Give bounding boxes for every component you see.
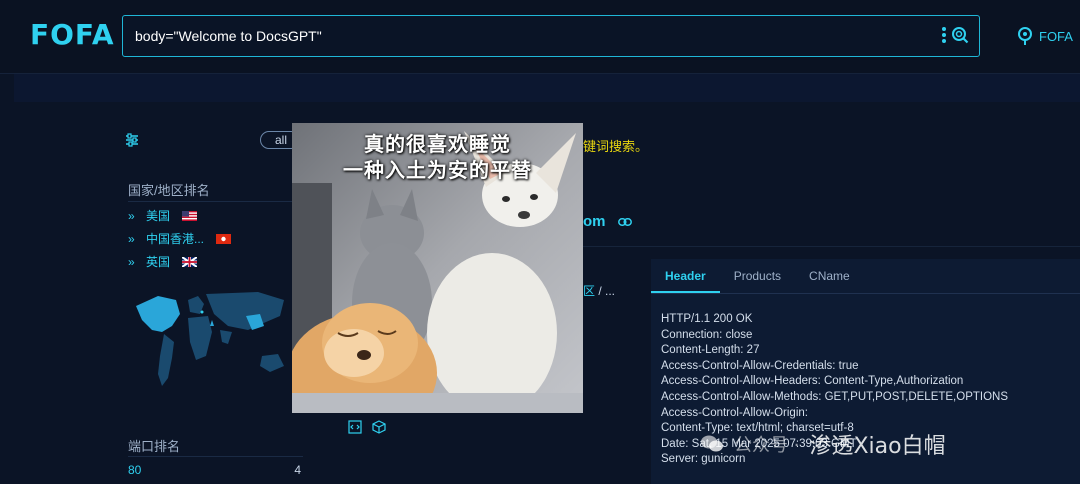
brand-label: FOFA [1039, 28, 1073, 44]
caption-line-1: 真的很喜欢睡觉 [364, 132, 511, 156]
result-host-link[interactable]: om [583, 213, 632, 230]
link-icon[interactable] [617, 217, 632, 226]
header-line: Connection: close [661, 328, 753, 341]
filter-settings-icon[interactable] [124, 132, 140, 148]
search-icon[interactable] [951, 26, 969, 44]
port-count: 4 [294, 463, 301, 477]
world-map [136, 292, 284, 386]
port-number: 80 [128, 463, 142, 477]
country-label: 英国 [146, 255, 171, 269]
detail-tabs: Header Products CName [651, 259, 1080, 294]
country-ranking-title: 国家/地区排名 [128, 183, 210, 198]
watermark: 公众号 · 渗透Xiao白帽 [700, 428, 946, 460]
double-chevron-icon: » [128, 208, 135, 223]
location-link[interactable]: 区 [583, 284, 595, 298]
cube-icon[interactable] [372, 420, 386, 434]
country-label: 美国 [146, 209, 171, 223]
port-item[interactable]: 80 4 [128, 463, 303, 477]
code-icon[interactable] [348, 420, 362, 434]
hk-flag-icon [216, 233, 232, 244]
header-line: Content-Length: 27 [661, 344, 760, 357]
location-breadcrumb: 区 / ... [583, 282, 615, 299]
us-flag-icon [182, 210, 198, 221]
header-line: Access-Control-Allow-Headers: Content-Ty… [661, 375, 964, 388]
more-options-icon[interactable] [941, 26, 947, 46]
wechat-icon [701, 435, 723, 452]
divider [128, 201, 303, 202]
country-item-hk[interactable]: » 中国香港... [128, 230, 232, 247]
country-item-uk[interactable]: » 英国 [128, 253, 198, 270]
tab-header[interactable]: Header [651, 259, 720, 293]
top-bar: FOFA FOFA [0, 0, 1080, 74]
port-ranking-title: 端口排名 [128, 439, 181, 454]
double-chevron-icon: » [128, 231, 135, 246]
watermark-prefix: 公众号 · [734, 435, 800, 456]
search-input[interactable] [135, 28, 895, 44]
result-tools [348, 420, 386, 434]
uk-flag-icon [182, 256, 198, 267]
country-item-us[interactable]: » 美国 [128, 207, 198, 224]
fofa-brand-link[interactable]: FOFA [1016, 26, 1073, 46]
search-hint-text: 键词搜索。 [583, 139, 649, 154]
header-line: Access-Control-Allow-Origin: [661, 406, 808, 419]
header-line: Access-Control-Allow-Methods: GET,PUT,PO… [661, 390, 1009, 403]
header-line: HTTP/1.1 200 OK [661, 313, 753, 325]
meme-caption: 真的很喜欢睡觉 一种入土为安的平替 [292, 131, 583, 183]
location-pin-icon [1018, 27, 1032, 45]
search-box[interactable] [122, 15, 980, 57]
host-label: om [583, 213, 606, 230]
divider [128, 456, 303, 457]
header-line: Access-Control-Allow-Credentials: true [661, 359, 859, 372]
fofa-logo[interactable]: FOFA [30, 18, 115, 51]
watermark-name: 渗透Xiao白帽 [809, 434, 946, 459]
sub-header-strip [14, 74, 1080, 102]
caption-line-2: 一种入土为安的平替 [343, 158, 532, 182]
tab-products[interactable]: Products [720, 259, 795, 293]
location-rest: / ... [595, 284, 616, 298]
tab-cname[interactable]: CName [795, 259, 864, 293]
country-label: 中国香港... [146, 232, 205, 246]
meme-image: 真的很喜欢睡觉 一种入土为安的平替 [292, 123, 583, 413]
double-chevron-icon: » [128, 254, 135, 269]
